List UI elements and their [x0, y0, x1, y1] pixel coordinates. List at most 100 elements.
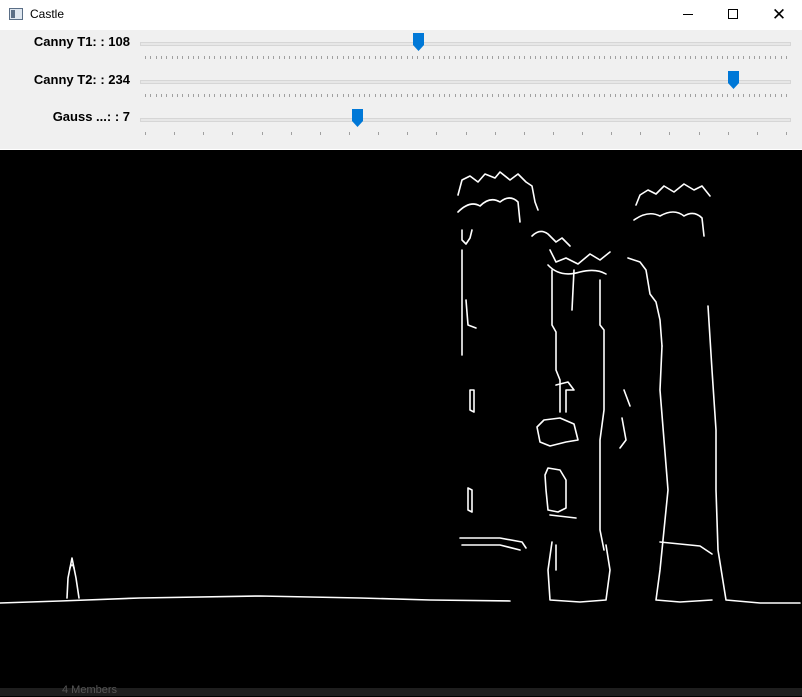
- slider-tick: [583, 94, 584, 97]
- slider-tick: [786, 132, 787, 135]
- slider-tick: [263, 94, 264, 97]
- slider-tick: [444, 94, 445, 97]
- slider-tick: [273, 94, 274, 97]
- slider-tick: [246, 94, 247, 97]
- slider-tick: [268, 94, 269, 97]
- slider-tick: [738, 56, 739, 59]
- slider-tick: [332, 56, 333, 59]
- slider-tick: [466, 94, 467, 97]
- slider-tick: [611, 132, 612, 135]
- slider-tick: [291, 132, 292, 135]
- slider-label-canny-t2: Canny T2: : 234: [33, 72, 130, 87]
- slider-tick: [706, 56, 707, 59]
- slider-tick: [620, 56, 621, 59]
- slider-tick: [524, 132, 525, 135]
- slider-tick: [385, 94, 386, 97]
- slider-tick: [145, 132, 146, 135]
- slider-tick: [519, 56, 520, 59]
- slider-tick: [498, 94, 499, 97]
- slider-tick: [626, 56, 627, 59]
- castle-edge-drawing: [0, 171, 801, 604]
- slider-tick: [572, 94, 573, 97]
- slider-tick: [364, 56, 365, 59]
- slider-tick: [300, 56, 301, 59]
- slider-tick: [476, 94, 477, 97]
- slider-tick: [262, 132, 263, 135]
- slider-tick: [604, 56, 605, 59]
- slider-tick: [161, 56, 162, 59]
- slider-tick: [652, 94, 653, 97]
- slider-tick: [482, 94, 483, 97]
- slider-tick: [232, 132, 233, 135]
- slider-tick: [551, 56, 552, 59]
- slider-track-gauss[interactable]: [140, 118, 791, 122]
- slider-tick: [530, 56, 531, 59]
- slider-tick: [535, 94, 536, 97]
- slider-tick: [203, 132, 204, 135]
- minimize-button[interactable]: [664, 0, 710, 30]
- slider-tick: [546, 94, 547, 97]
- slider-tick: [220, 94, 221, 97]
- slider-tick: [407, 132, 408, 135]
- slider-tick: [508, 56, 509, 59]
- slider-tick: [631, 94, 632, 97]
- slider-tick: [279, 56, 280, 59]
- close-button[interactable]: ✕: [756, 0, 802, 30]
- slider-tick: [284, 94, 285, 97]
- slider-tick: [225, 56, 226, 59]
- slider-tick: [246, 56, 247, 59]
- slider-tick: [754, 56, 755, 59]
- slider-tick: [759, 94, 760, 97]
- slider-tick: [188, 56, 189, 59]
- slider-tick: [348, 94, 349, 97]
- slider-thumb-canny-t2[interactable]: [728, 71, 739, 89]
- slider-tick: [225, 94, 226, 97]
- slider-tick: [786, 94, 787, 97]
- slider-tick: [775, 94, 776, 97]
- slider-tick: [230, 56, 231, 59]
- slider-tick: [305, 94, 306, 97]
- slider-tick: [209, 56, 210, 59]
- slider-tick: [380, 56, 381, 59]
- slider-tick: [198, 56, 199, 59]
- slider-tick: [553, 132, 554, 135]
- slider-tick: [466, 132, 467, 135]
- slider-tick: [268, 56, 269, 59]
- slider-tick: [321, 56, 322, 59]
- slider-tick: [375, 94, 376, 97]
- slider-tick: [738, 94, 739, 97]
- slider-thumb-canny-t1[interactable]: [413, 33, 424, 51]
- slider-tick: [487, 94, 488, 97]
- slider-tick: [428, 94, 429, 97]
- slider-tick: [241, 56, 242, 59]
- minimize-icon: [683, 14, 693, 15]
- slider-track-canny-t2[interactable]: [140, 80, 791, 84]
- slider-tick: [349, 132, 350, 135]
- slider-tick: [647, 56, 648, 59]
- slider-tick: [546, 56, 547, 59]
- slider-tick: [695, 94, 696, 97]
- slider-tick: [466, 56, 467, 59]
- slider-label-gauss: Gauss ...: : 7: [52, 109, 130, 124]
- slider-tick: [640, 132, 641, 135]
- slider-tick: [727, 56, 728, 59]
- slider-tick: [172, 94, 173, 97]
- slider-tick: [252, 94, 253, 97]
- title-bar[interactable]: Castle ✕: [0, 0, 802, 31]
- slider-tick: [348, 56, 349, 59]
- slider-tick: [204, 94, 205, 97]
- slider-track-canny-t1[interactable]: [140, 42, 791, 46]
- slider-tick: [658, 94, 659, 97]
- slider-tick: [594, 94, 595, 97]
- maximize-button[interactable]: [710, 0, 756, 30]
- slider-thumb-gauss[interactable]: [352, 109, 363, 127]
- slider-tick: [668, 94, 669, 97]
- slider-tick: [284, 56, 285, 59]
- slider-tick: [198, 94, 199, 97]
- slider-tick: [182, 94, 183, 97]
- slider-tick: [193, 56, 194, 59]
- slider-tick: [556, 94, 557, 97]
- slider-tick: [524, 94, 525, 97]
- slider-tick: [733, 94, 734, 97]
- slider-tick: [663, 94, 664, 97]
